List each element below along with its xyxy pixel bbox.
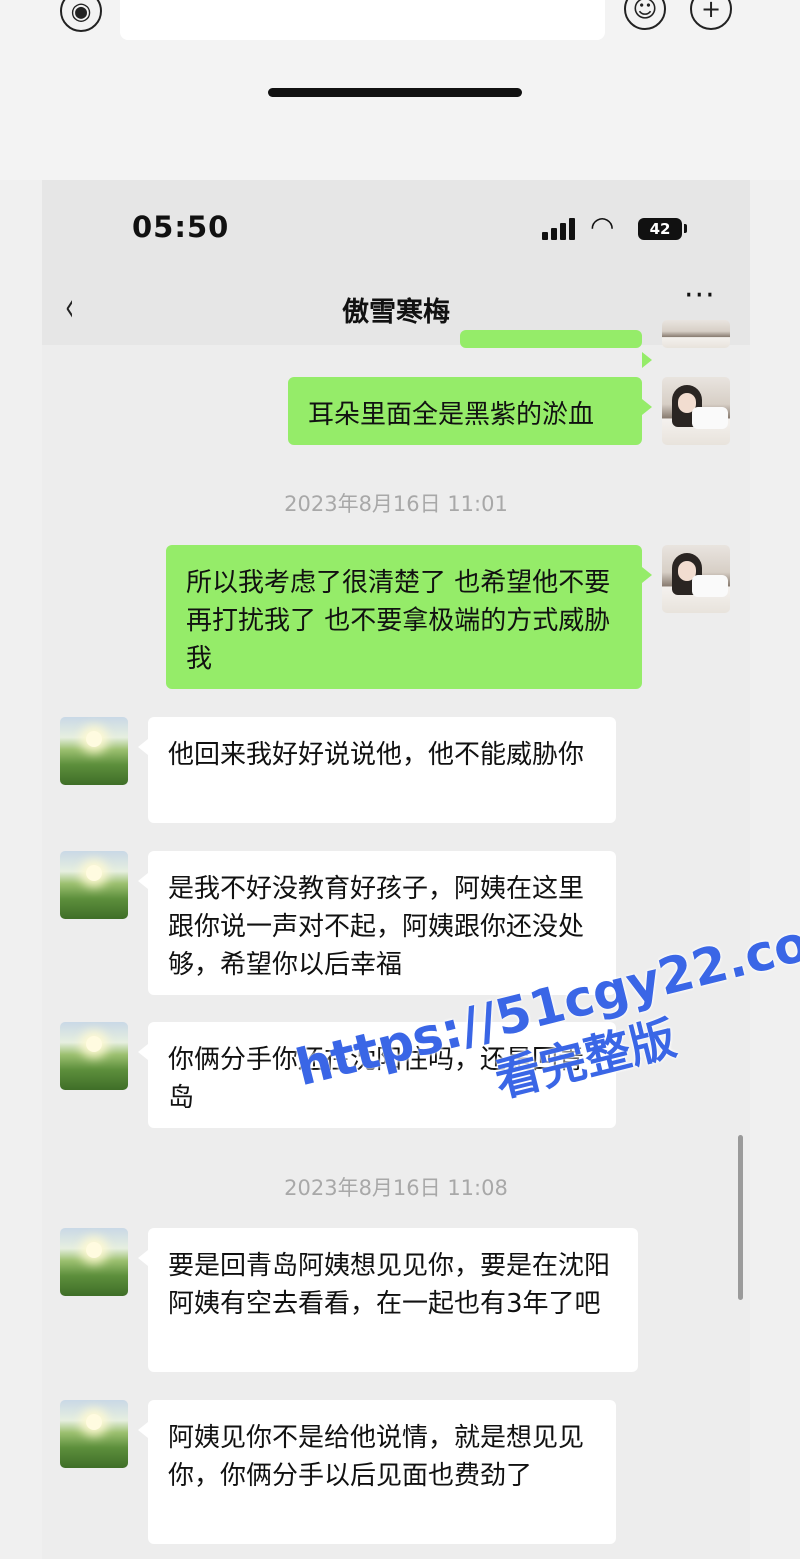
voice-icon[interactable]: ◉ [60,0,102,32]
previous-screen-strip: ◉ ☺ + [0,0,800,180]
home-indicator[interactable] [268,88,522,97]
message-text: 耳朵里面全是黑紫的淤血 [308,400,595,430]
message-text: 他回来我好好说说他，他不能威胁你 [168,740,585,770]
chat-screen: 05:50 ◠ 42 ‹ 傲雪寒梅 ··· 耳朵里面全是黑紫的淤血 2023年8… [42,180,750,1559]
emoji-icon[interactable]: ☺ [624,0,666,30]
message-bubble-in[interactable]: 他回来我好好说说他，他不能威胁你 [138,717,616,823]
avatar-contact[interactable] [60,1228,128,1296]
wifi-icon: ◠ [590,210,615,243]
chat-title: 傲雪寒梅 [342,297,450,328]
avatar-contact[interactable] [60,851,128,919]
avatar-me[interactable] [662,320,730,348]
message-input[interactable] [120,0,605,40]
chat-header: ‹ 傲雪寒梅 ··· [42,270,750,345]
avatar-contact[interactable] [60,1400,128,1468]
avatar-contact[interactable] [60,717,128,785]
message-text: 阿姨见你不是给他说情，就是想见见你，你俩分手以后见面也费劲了 [168,1423,585,1491]
message-bubble-out[interactable]: 所以我考虑了很清楚了 也希望他不要再打扰我了 也不要拿极端的方式威胁我 [166,545,652,689]
status-time: 05:50 [132,210,230,244]
battery-indicator: 42 [638,218,682,240]
avatar-me[interactable] [662,377,730,445]
message-text: 是我不好没教育好孩子，阿姨在这里跟你说一声对不起，阿姨跟你还没处够，希望你以后幸… [168,874,585,980]
message-text: 所以我考虑了很清楚了 也希望他不要再打扰我了 也不要拿极端的方式威胁我 [186,568,611,674]
message-bubble-out[interactable]: 耳朵里面全是黑紫的淤血 [288,377,652,445]
timestamp: 2023年8月16日 11:01 [284,492,508,516]
avatar-contact[interactable] [60,1022,128,1090]
status-bar: 05:50 ◠ 42 [42,180,750,270]
plus-icon[interactable]: + [690,0,732,30]
signal-icon [542,218,578,240]
battery-tip [684,224,687,233]
more-icon[interactable]: ··· [684,278,716,313]
message-bubble-in[interactable]: 是我不好没教育好孩子，阿姨在这里跟你说一声对不起，阿姨跟你还没处够，希望你以后幸… [138,851,616,995]
avatar-me[interactable] [662,545,730,613]
message-bubble-in[interactable]: 阿姨见你不是给他说情，就是想见见你，你俩分手以后见面也费劲了 [138,1400,616,1544]
message-bubble-clipped[interactable] [460,330,652,368]
